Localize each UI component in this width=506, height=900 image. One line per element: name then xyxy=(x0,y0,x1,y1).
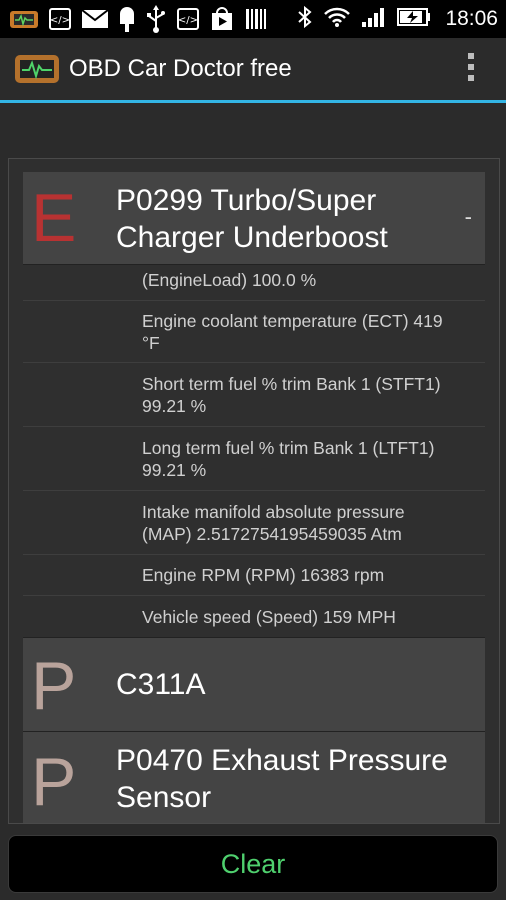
wifi-icon xyxy=(323,6,351,33)
code-type-letter: P xyxy=(31,648,77,724)
play-store-icon xyxy=(209,0,235,38)
clear-button[interactable]: Clear xyxy=(8,835,498,893)
code-type-letter: E xyxy=(31,180,77,256)
barcode-icon xyxy=(244,0,268,38)
signal-icon xyxy=(361,6,387,33)
mail-icon xyxy=(81,0,109,38)
app-title: OBD Car Doctor free xyxy=(69,55,292,82)
freeze-frame-details: (EngineLoad) 100.0 % Engine coolant temp… xyxy=(23,265,485,637)
trouble-codes-panel: E P0299 Turbo/Super Charger Underboost -… xyxy=(8,158,500,824)
popsicle-icon xyxy=(118,0,136,38)
usb-icon xyxy=(145,0,167,38)
code-icon: </> xyxy=(48,0,72,38)
obd-app-notification-icon xyxy=(9,0,39,38)
code-item-p0299[interactable]: E P0299 Turbo/Super Charger Underboost - xyxy=(23,172,485,265)
code-title: P0299 Turbo/Super Charger Underboost xyxy=(116,184,388,254)
action-bar: OBD Car Doctor free xyxy=(0,38,506,103)
code-icon: </> xyxy=(176,0,200,38)
obd-app-icon[interactable] xyxy=(14,52,60,91)
detail-row: Engine coolant temperature (ECT) 419 °F xyxy=(23,301,485,363)
code-item-c311a[interactable]: P C311A xyxy=(23,637,485,732)
overflow-menu-icon[interactable] xyxy=(468,53,476,86)
status-clock: 18:06 xyxy=(445,7,498,30)
bluetooth-icon xyxy=(297,5,313,34)
code-title: C311A xyxy=(116,668,206,701)
detail-row: Intake manifold absolute pressure (MAP) 2… xyxy=(23,491,485,555)
code-type-letter: P xyxy=(31,744,77,820)
battery-charging-icon xyxy=(397,7,431,31)
detail-row: Long term fuel % trim Bank 1 (LTFT1) 99.2… xyxy=(23,427,485,491)
detail-row: Vehicle speed (Speed) 159 MPH xyxy=(142,606,396,627)
detail-row: Engine RPM (RPM) 16383 rpm xyxy=(23,555,485,596)
status-bar: </> </> 18:06 xyxy=(0,0,506,38)
svg-text:</>: </> xyxy=(178,15,198,26)
collapse-toggle-icon[interactable]: - xyxy=(465,204,472,230)
code-title: P0470 Exhaust Pressure Sensor xyxy=(116,744,448,814)
detail-row: Short term fuel % trim Bank 1 (STFT1) 99.… xyxy=(23,363,485,427)
detail-row: (EngineLoad) 100.0 % xyxy=(23,265,485,301)
code-item-p0470[interactable]: P P0470 Exhaust Pressure Sensor xyxy=(23,732,485,823)
svg-text:</>: </> xyxy=(50,15,70,26)
